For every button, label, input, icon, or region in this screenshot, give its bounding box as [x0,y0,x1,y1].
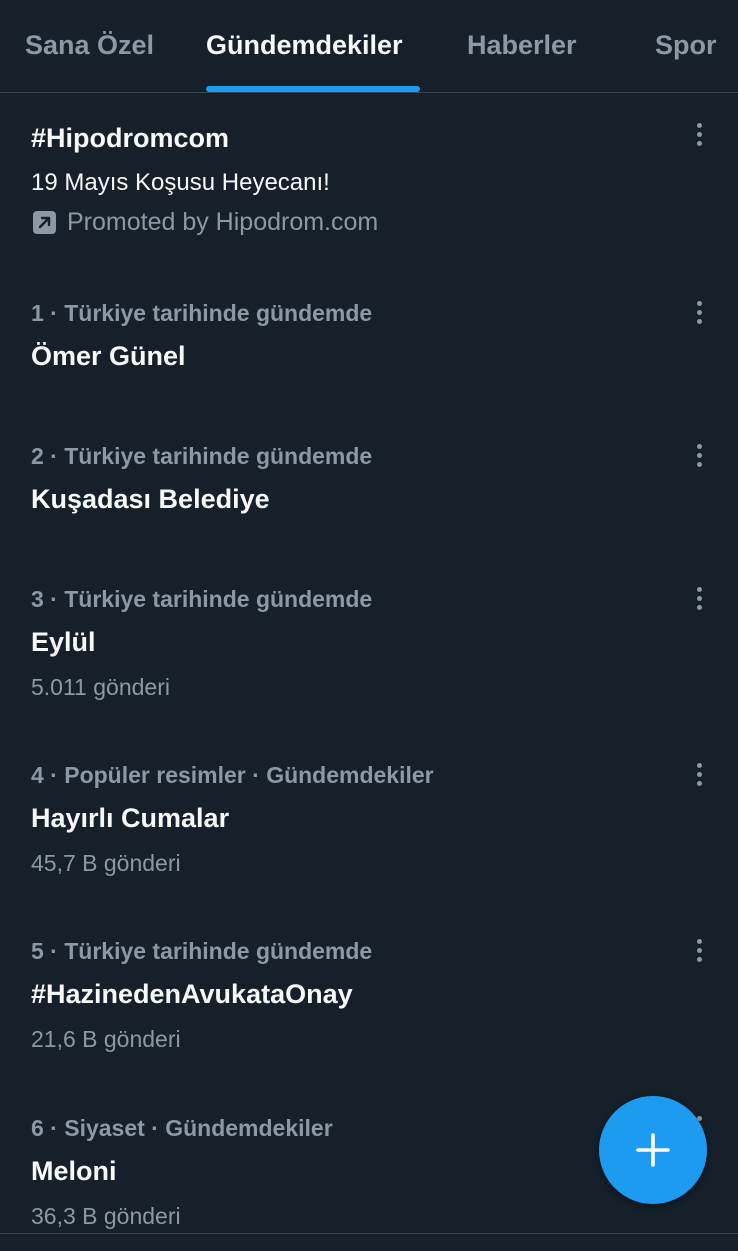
trend-post-count: 5.011 gönderi [31,674,170,700]
more-options-icon[interactable] [686,120,714,150]
promoted-by-label: Promoted by Hipodrom.com [67,208,379,236]
trend-meta: 1 · Türkiye tarihinde gündemde [31,300,373,326]
tab-for-you[interactable]: Sana Özel [25,30,154,61]
promoted-subtitle: 19 Mayıs Koşusu Heyecanı! [31,169,330,196]
promoted-trend[interactable]: #Hipodromcom 19 Mayıs Koşusu Heyecanı! P… [0,93,738,263]
trend-item[interactable]: 4 · Popüler resimler · Gündemdekiler Hay… [0,752,738,902]
trend-title: Meloni [31,1156,117,1186]
trend-title: Kuşadası Belediye [31,484,270,514]
compose-button[interactable] [599,1096,707,1204]
trend-title: Eylül [31,627,96,657]
trend-title: Ömer Günel [31,341,186,371]
tab-news[interactable]: Haberler [467,30,577,61]
more-options-icon[interactable] [686,760,714,790]
explore-tabs: Sana Özel Gündemdekiler Haberler Spor [0,0,738,93]
more-options-icon[interactable] [686,584,714,614]
trend-post-count: 36,3 B gönderi [31,1203,181,1229]
trend-meta: 5 · Türkiye tarihinde gündemde [31,938,373,964]
trend-meta: 3 · Türkiye tarihinde gündemde [31,586,373,612]
tab-trending[interactable]: Gündemdekiler [206,30,403,61]
promoted-title: #Hipodromcom [31,123,230,153]
trend-item[interactable]: 2 · Türkiye tarihinde gündemde Kuşadası … [0,433,738,553]
active-tab-indicator [206,86,420,92]
trend-meta: 6 · Siyaset · Gündemdekiler [31,1115,333,1141]
plus-icon [636,1133,670,1167]
trend-item[interactable]: 5 · Türkiye tarihinde gündemde #Hazinede… [0,928,738,1078]
trend-title: Hayırlı Cumalar [31,803,230,833]
trend-title: #HazinedenAvukataOnay [31,979,353,1009]
divider [0,1233,738,1234]
trend-item[interactable]: 3 · Türkiye tarihinde gündemde Eylül 5.0… [0,576,738,726]
tab-sports[interactable]: Spor [655,30,717,61]
more-options-icon[interactable] [686,298,714,328]
more-options-icon[interactable] [686,936,714,966]
trend-post-count: 45,7 B gönderi [31,850,181,876]
trend-item[interactable]: 1 · Türkiye tarihinde gündemde Ömer Güne… [0,290,738,410]
more-options-icon[interactable] [686,441,714,471]
trend-meta: 4 · Popüler resimler · Gündemdekiler [31,762,434,788]
promoted-arrow-icon [33,211,56,234]
trend-post-count: 21,6 B gönderi [31,1026,181,1052]
trend-meta: 2 · Türkiye tarihinde gündemde [31,443,373,469]
